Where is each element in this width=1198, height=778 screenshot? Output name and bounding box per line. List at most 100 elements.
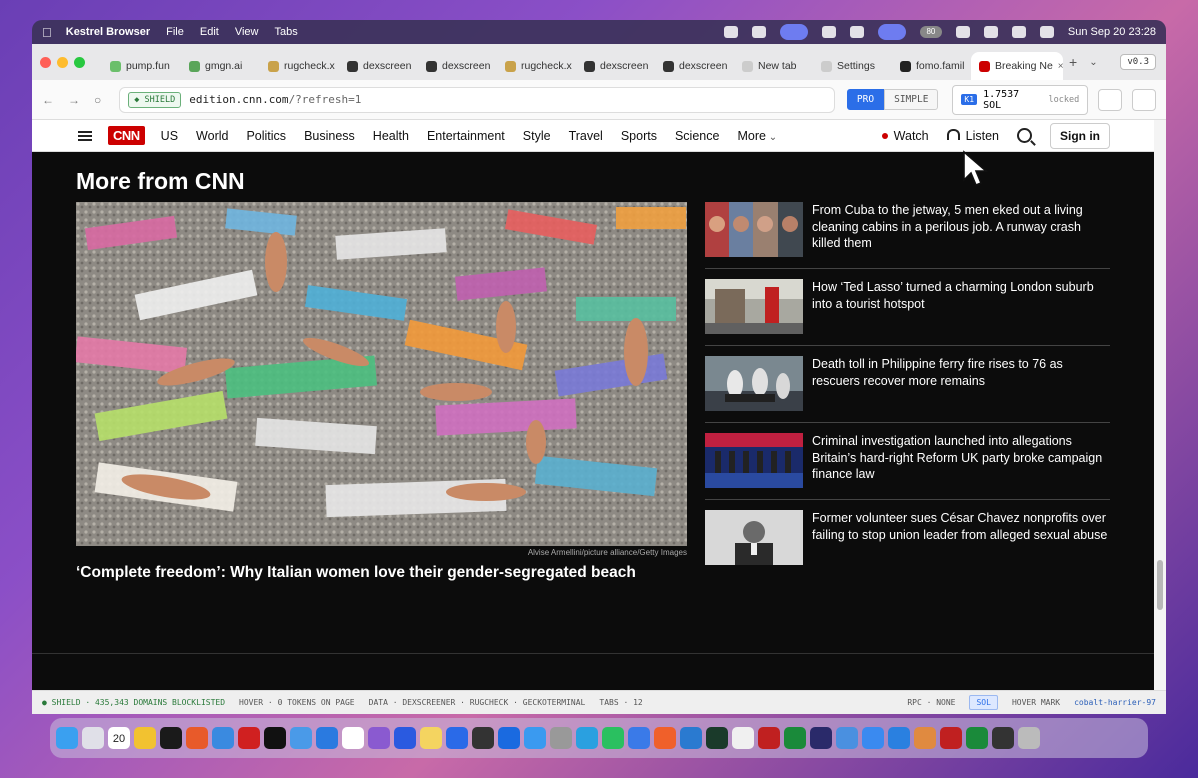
browser-tab[interactable]: gmgn.ai bbox=[181, 52, 260, 80]
nav-business[interactable]: Business bbox=[304, 129, 355, 143]
launchpad-icon[interactable] bbox=[82, 727, 104, 749]
shield-badge[interactable]: ◆ SHIELD bbox=[128, 91, 182, 108]
story-thumbnail[interactable] bbox=[705, 433, 803, 488]
premiere-icon[interactable] bbox=[810, 727, 832, 749]
app-store-badge-icon[interactable] bbox=[316, 727, 338, 749]
nav-health[interactable]: Health bbox=[373, 129, 409, 143]
zoom-window-button[interactable] bbox=[74, 56, 85, 68]
menu-view[interactable]: View bbox=[235, 26, 259, 38]
whatsapp-icon[interactable] bbox=[602, 727, 624, 749]
browser-tab[interactable]: Settings bbox=[813, 52, 892, 80]
gear-status-icon[interactable] bbox=[751, 26, 766, 38]
screen-icon[interactable] bbox=[992, 727, 1014, 749]
notes-app-icon[interactable] bbox=[420, 727, 442, 749]
list-item[interactable]: From Cuba to the jetway, 5 men eked out … bbox=[705, 200, 1110, 269]
watch-link[interactable]: Watch bbox=[881, 129, 929, 143]
textedit-icon[interactable] bbox=[732, 727, 754, 749]
search-spotlight-icon[interactable] bbox=[983, 26, 998, 38]
globe-icon[interactable] bbox=[888, 727, 910, 749]
notion-icon[interactable] bbox=[342, 727, 364, 749]
story-thumbnail[interactable] bbox=[705, 510, 803, 565]
sol-chain-button[interactable]: SOL bbox=[969, 695, 998, 710]
browser-tab[interactable]: rugcheck.x bbox=[260, 52, 339, 80]
menu-tabs[interactable]: Tabs bbox=[274, 26, 297, 38]
acrobat-icon[interactable] bbox=[758, 727, 780, 749]
nav-style[interactable]: Style bbox=[523, 129, 551, 143]
rewind-icon[interactable] bbox=[723, 26, 738, 38]
browser-tab[interactable]: fomo.famil bbox=[892, 52, 971, 80]
wallet-name[interactable]: cobalt-harrier-97 bbox=[1074, 698, 1156, 707]
close-window-button[interactable] bbox=[40, 56, 51, 68]
menu-file[interactable]: File bbox=[166, 26, 184, 38]
pro-mode-button[interactable]: PRO bbox=[846, 89, 885, 110]
browser-tab[interactable]: dexscreen bbox=[418, 52, 497, 80]
browser-tab[interactable]: pump.fun bbox=[102, 52, 181, 80]
safari-icon[interactable] bbox=[212, 727, 234, 749]
vscode-blue-icon[interactable] bbox=[498, 727, 520, 749]
address-bar[interactable]: ◆ SHIELD edition.cnn.com/?refresh=1 bbox=[119, 86, 835, 113]
preview-icon[interactable] bbox=[862, 727, 884, 749]
back-button[interactable]: ← bbox=[42, 93, 54, 107]
archive-icon[interactable] bbox=[914, 727, 936, 749]
claude-icon[interactable] bbox=[654, 727, 676, 749]
control-center-icon[interactable] bbox=[1039, 26, 1054, 38]
story-title[interactable]: From Cuba to the jetway, 5 men eked out … bbox=[812, 202, 1110, 259]
nav-politics[interactable]: Politics bbox=[246, 129, 286, 143]
list-item[interactable]: Former volunteer sues César Chavez nonpr… bbox=[705, 508, 1110, 576]
hamburger-menu-icon[interactable] bbox=[78, 130, 92, 141]
browser-tab[interactable]: dexscreen bbox=[576, 52, 655, 80]
display-icon[interactable] bbox=[877, 24, 906, 40]
browser-tab[interactable]: rugcheck.x bbox=[497, 52, 576, 80]
hero-image[interactable] bbox=[76, 202, 687, 546]
shazam-icon[interactable] bbox=[394, 727, 416, 749]
settings-gear-icon[interactable] bbox=[836, 727, 858, 749]
browser-tab[interactable]: dexscreen bbox=[655, 52, 734, 80]
numbers-icon[interactable] bbox=[966, 727, 988, 749]
listen-link[interactable]: Listen bbox=[946, 128, 999, 143]
nav-us[interactable]: US bbox=[161, 129, 178, 143]
search-icon[interactable] bbox=[1017, 128, 1032, 143]
cnn-logo[interactable]: CNN bbox=[108, 126, 145, 145]
signal-icon[interactable] bbox=[628, 727, 650, 749]
story-title[interactable]: How ‘Ted Lasso’ turned a charming London… bbox=[812, 279, 1110, 336]
split-view-icon[interactable] bbox=[1098, 88, 1123, 111]
app-name-menu[interactable]: Kestrel Browser bbox=[66, 26, 150, 38]
url-text[interactable]: edition.cnn.com/?refresh=1 bbox=[189, 93, 361, 106]
nav-sports[interactable]: Sports bbox=[621, 129, 657, 143]
close-tab-icon[interactable]: × bbox=[1058, 61, 1063, 72]
notes-icon[interactable] bbox=[821, 26, 836, 38]
telegram-icon[interactable] bbox=[576, 727, 598, 749]
wallet-widget[interactable]: K1 1.7537 SOL locked bbox=[952, 84, 1089, 115]
sign-in-button[interactable]: Sign in bbox=[1050, 122, 1110, 149]
browser-tab[interactable]: New tab bbox=[734, 52, 813, 80]
page-scrollbar[interactable] bbox=[1154, 120, 1166, 690]
story-title[interactable]: Former volunteer sues César Chavez nonpr… bbox=[812, 510, 1110, 567]
new-tab-button[interactable]: + bbox=[1069, 54, 1077, 70]
forward-button[interactable]: → bbox=[68, 93, 80, 107]
story-title[interactable]: Death toll in Philippine ferry fire rise… bbox=[812, 356, 1110, 413]
chrome-icon[interactable] bbox=[134, 727, 156, 749]
user-icon[interactable] bbox=[1011, 26, 1026, 38]
terminal-icon[interactable] bbox=[160, 727, 182, 749]
calendar-icon[interactable]: 20 bbox=[108, 727, 130, 749]
sidebar-toggle-icon[interactable] bbox=[1132, 88, 1156, 111]
tradingview-icon[interactable] bbox=[264, 727, 286, 749]
vscode-icon[interactable] bbox=[680, 727, 702, 749]
nav-more[interactable]: More bbox=[737, 129, 777, 143]
firefox-icon[interactable] bbox=[186, 727, 208, 749]
apple-icon[interactable]:  bbox=[42, 25, 52, 40]
tab-list-chevron-icon[interactable]: ⌄ bbox=[1089, 57, 1097, 68]
story-title[interactable]: Criminal investigation launched into all… bbox=[812, 433, 1110, 490]
menu-edit[interactable]: Edit bbox=[200, 26, 219, 38]
obsidian-icon[interactable] bbox=[368, 727, 390, 749]
nav-world[interactable]: World bbox=[196, 129, 228, 143]
browser-tab[interactable]: Breaking Ne × bbox=[971, 52, 1063, 80]
reload-icon[interactable]: ○ bbox=[94, 93, 101, 107]
excel-icon[interactable] bbox=[784, 727, 806, 749]
story-thumbnail[interactable] bbox=[705, 356, 803, 411]
hero-headline[interactable]: ‘Complete freedom’: Why Italian women lo… bbox=[76, 564, 687, 582]
minimize-window-button[interactable] bbox=[57, 56, 68, 68]
nav-entertainment[interactable]: Entertainment bbox=[427, 129, 505, 143]
trash-icon[interactable] bbox=[1018, 727, 1040, 749]
nav-travel[interactable]: Travel bbox=[569, 129, 603, 143]
